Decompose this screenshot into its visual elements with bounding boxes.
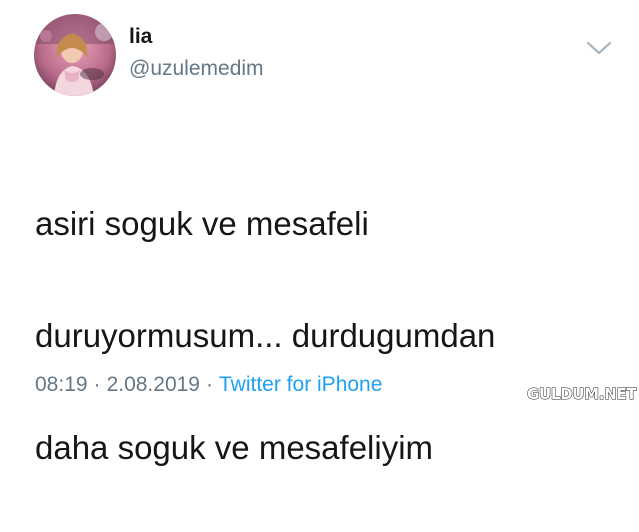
avatar[interactable] xyxy=(34,14,116,96)
tweet-text-line: asiri soguk ve mesafeli xyxy=(35,205,369,242)
separator: · xyxy=(93,373,101,396)
chevron-down-icon[interactable] xyxy=(585,38,613,58)
watermark-logo: GULDUM.NET xyxy=(526,385,637,403)
tweet-text: asiri soguk ve mesafeli duruyormusum... … xyxy=(35,140,625,532)
tweet-text-line: duruyormusum... durdugumdan xyxy=(35,317,496,354)
tweet-card: lia @uzulemedim asiri soguk ve mesafeli … xyxy=(0,0,639,466)
display-name[interactable]: lia xyxy=(129,26,152,47)
tweet-date[interactable]: 2.08.2019 xyxy=(107,373,200,396)
tweet-time[interactable]: 08:19 xyxy=(35,373,88,396)
user-handle[interactable]: @uzulemedim xyxy=(129,58,264,79)
tweet-metadata: 08:19 · 2.08.2019 · Twitter for iPhone xyxy=(35,374,382,395)
separator: · xyxy=(206,373,213,396)
tweet-source-link[interactable]: Twitter for iPhone xyxy=(219,373,382,396)
profile-photo-icon xyxy=(34,14,116,96)
tweet-text-line: daha soguk ve mesafeliyim xyxy=(35,429,434,466)
